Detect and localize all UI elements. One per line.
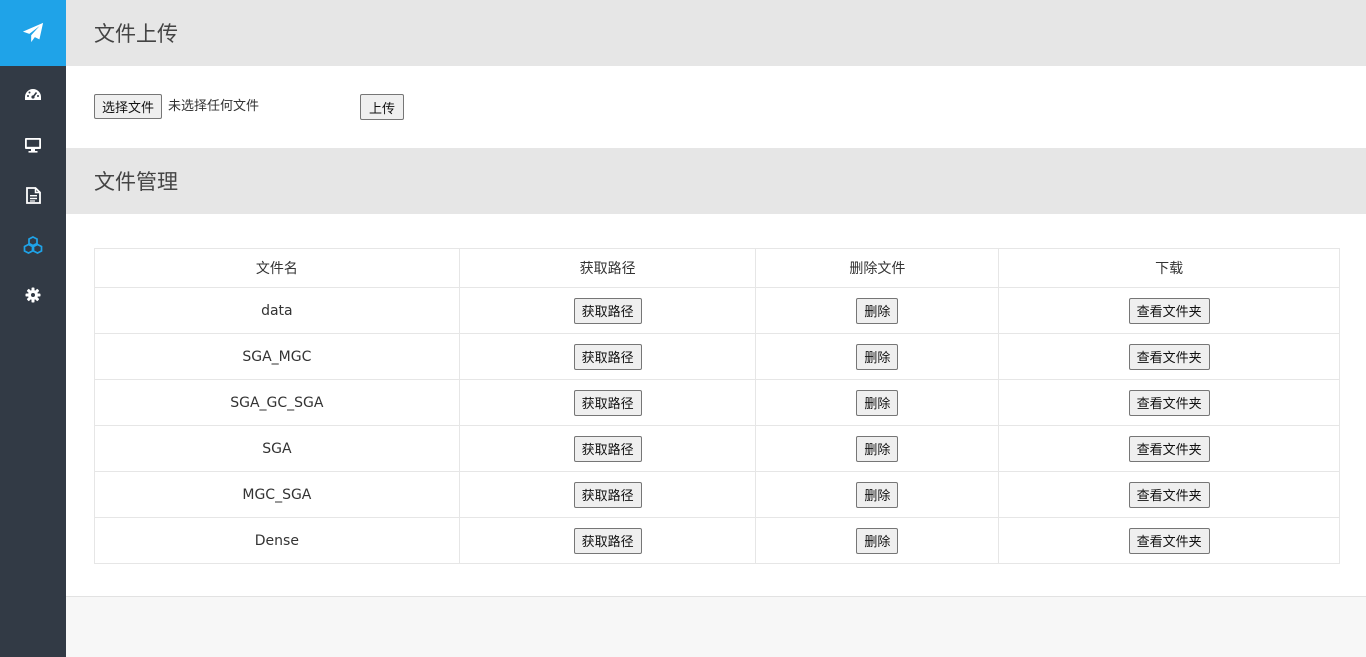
table-row: data 获取路径 删除 查看文件夹: [94, 287, 1340, 334]
monitor-icon: [25, 138, 41, 153]
table-row: Dense 获取路径 删除 查看文件夹: [94, 517, 1340, 564]
paper-plane-icon: [22, 22, 44, 43]
file-name-cell: SGA_MGC: [94, 333, 460, 380]
column-header-delete: 删除文件: [755, 248, 1000, 288]
table-row: SGA_MGC 获取路径 删除 查看文件夹: [94, 333, 1340, 380]
delete-button[interactable]: 删除: [856, 389, 899, 416]
sidebar-item-dashboard[interactable]: [0, 70, 66, 120]
upload-section-header: 文件上传: [66, 0, 1366, 66]
document-icon: [25, 186, 41, 204]
table-row: SGA 获取路径 删除 查看文件夹: [94, 425, 1340, 472]
delete-button[interactable]: 删除: [856, 435, 899, 462]
file-name-cell: data: [94, 287, 460, 334]
upload-form: 选择文件 未选择任何文件 上传: [66, 66, 1366, 148]
main-content: 文件上传 选择文件 未选择任何文件 上传 文件管理 文件名 获取路径 删除文件 …: [66, 0, 1366, 657]
sidebar-item-monitor[interactable]: [0, 120, 66, 170]
settings-gear-icon: [25, 287, 41, 303]
delete-button[interactable]: 删除: [856, 343, 899, 370]
view-folder-button[interactable]: 查看文件夹: [1128, 389, 1210, 416]
cubes-icon: [23, 236, 43, 254]
manage-panel: 文件名 获取路径 删除文件 下载 data 获取路径 删除 查看文件夹 SGA_…: [66, 214, 1366, 597]
file-name-cell: Dense: [94, 517, 460, 564]
view-folder-button[interactable]: 查看文件夹: [1128, 297, 1210, 324]
column-header-get-path: 获取路径: [458, 248, 757, 288]
view-folder-button[interactable]: 查看文件夹: [1128, 527, 1210, 554]
column-header-filename: 文件名: [94, 248, 460, 288]
get-path-button[interactable]: 获取路径: [573, 527, 642, 554]
delete-button[interactable]: 删除: [856, 527, 899, 554]
view-folder-button[interactable]: 查看文件夹: [1128, 435, 1210, 462]
sidebar-item-cubes[interactable]: [0, 220, 66, 270]
view-folder-button[interactable]: 查看文件夹: [1128, 481, 1210, 508]
get-path-button[interactable]: 获取路径: [573, 297, 642, 324]
get-path-button[interactable]: 获取路径: [573, 435, 642, 462]
manage-section-header: 文件管理: [66, 148, 1366, 214]
file-table: 文件名 获取路径 删除文件 下载 data 获取路径 删除 查看文件夹 SGA_…: [94, 248, 1340, 564]
table-header-row: 文件名 获取路径 删除文件 下载: [94, 248, 1340, 288]
table-row: MGC_SGA 获取路径 删除 查看文件夹: [94, 471, 1340, 518]
file-name-cell: MGC_SGA: [94, 471, 460, 518]
sidebar: [0, 0, 66, 657]
sidebar-item-document[interactable]: [0, 170, 66, 220]
file-name-cell: SGA: [94, 425, 460, 472]
get-path-button[interactable]: 获取路径: [573, 389, 642, 416]
column-header-download: 下载: [998, 248, 1340, 288]
sidebar-item-settings[interactable]: [0, 270, 66, 320]
choose-file-button[interactable]: 选择文件: [94, 94, 163, 119]
file-status-text: 未选择任何文件: [168, 99, 260, 114]
dashboard-icon: [25, 89, 41, 100]
upload-button[interactable]: 上传: [360, 94, 405, 120]
manage-section-title: 文件管理: [94, 170, 178, 194]
upload-section-title: 文件上传: [94, 22, 178, 46]
get-path-button[interactable]: 获取路径: [573, 343, 642, 370]
file-name-cell: SGA_GC_SGA: [94, 379, 460, 426]
table-row: SGA_GC_SGA 获取路径 删除 查看文件夹: [94, 379, 1340, 426]
view-folder-button[interactable]: 查看文件夹: [1128, 343, 1210, 370]
delete-button[interactable]: 删除: [856, 297, 899, 324]
get-path-button[interactable]: 获取路径: [573, 481, 642, 508]
logo[interactable]: [0, 0, 66, 66]
delete-button[interactable]: 删除: [856, 481, 899, 508]
